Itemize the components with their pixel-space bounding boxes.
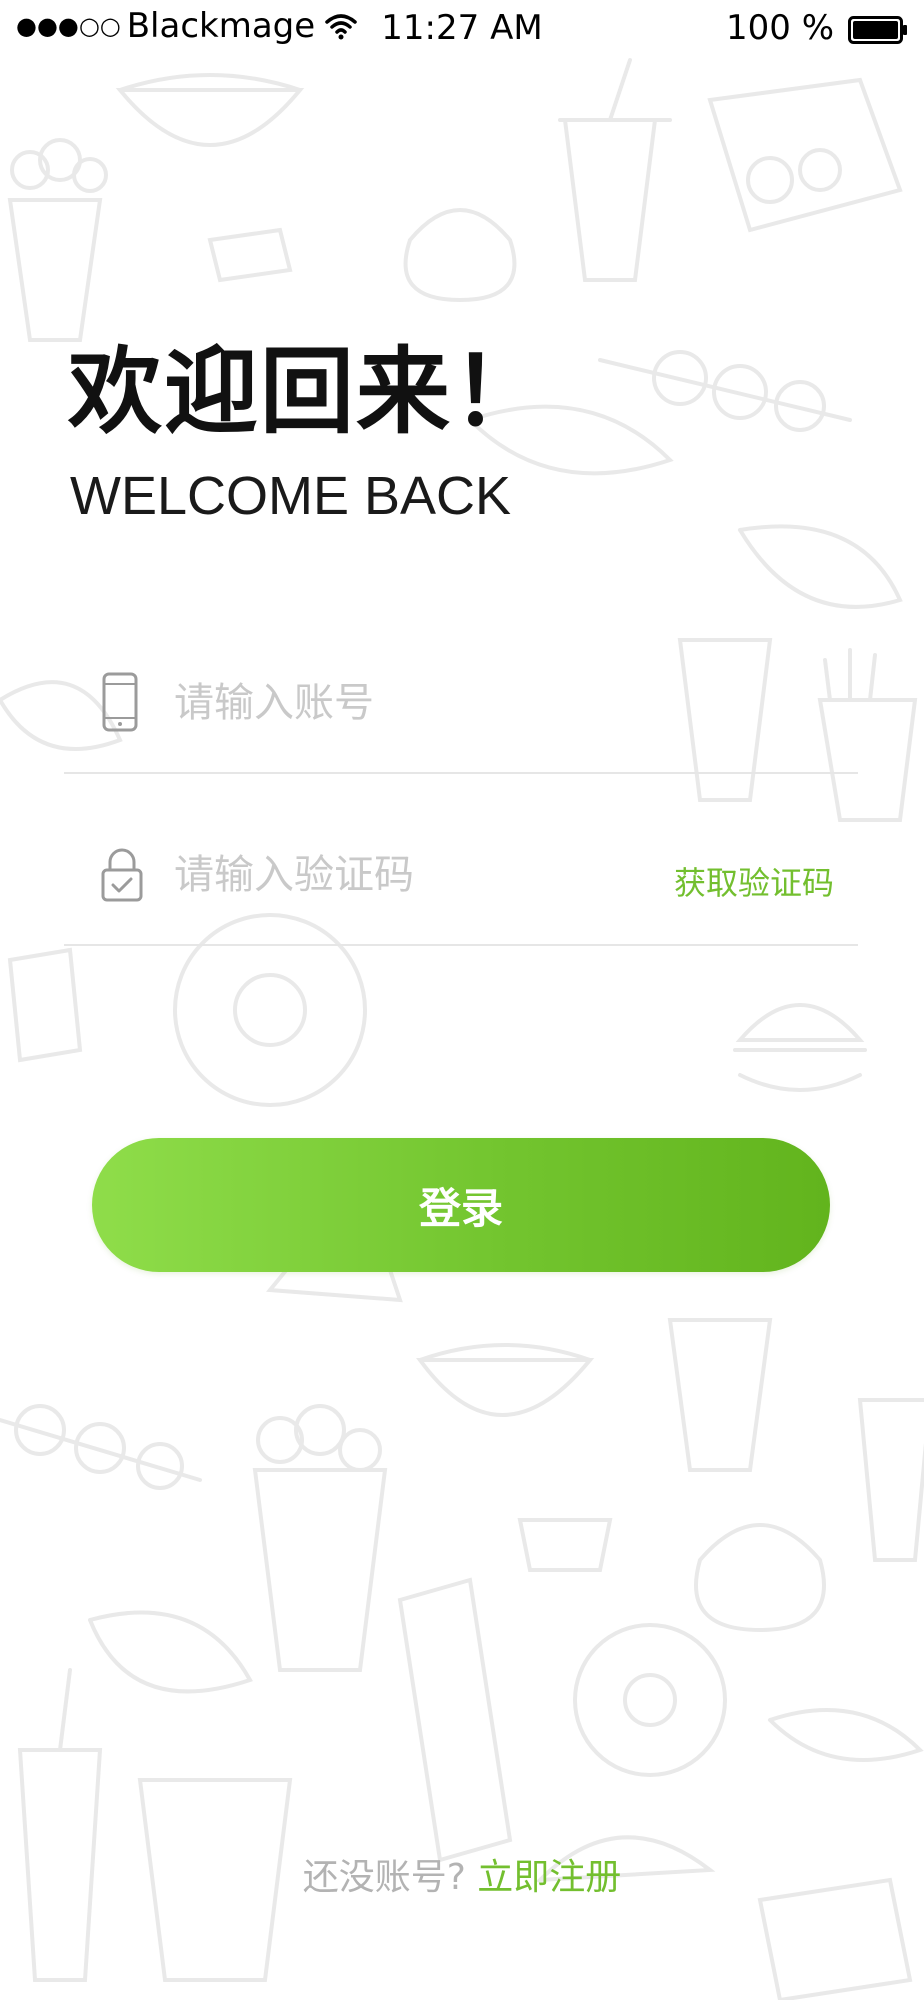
status-bar: ●●●○○ Blackmage 11:27 AM 100 %	[0, 0, 924, 60]
code-field-row: 获取验证码	[64, 784, 858, 946]
lock-icon	[101, 848, 143, 902]
food-doodle-background	[0, 58, 924, 2000]
phone-icon	[102, 672, 138, 732]
register-prompt: 还没账号? 立即注册	[0, 1848, 924, 1900]
page-title: 欢迎回来！	[68, 338, 549, 447]
register-link[interactable]: 立即注册	[477, 1857, 621, 1898]
no-account-text: 还没账号?	[302, 1857, 466, 1898]
page-subtitle: WELCOME BACK	[70, 466, 512, 526]
verification-code-input[interactable]	[174, 840, 634, 910]
battery-icon	[848, 16, 907, 44]
battery-percentage: 100 %	[725, 8, 834, 48]
account-input[interactable]	[174, 668, 634, 738]
login-button[interactable]: 登录	[92, 1138, 830, 1272]
get-code-button[interactable]: 获取验证码	[674, 858, 834, 904]
account-field-row	[64, 612, 858, 774]
